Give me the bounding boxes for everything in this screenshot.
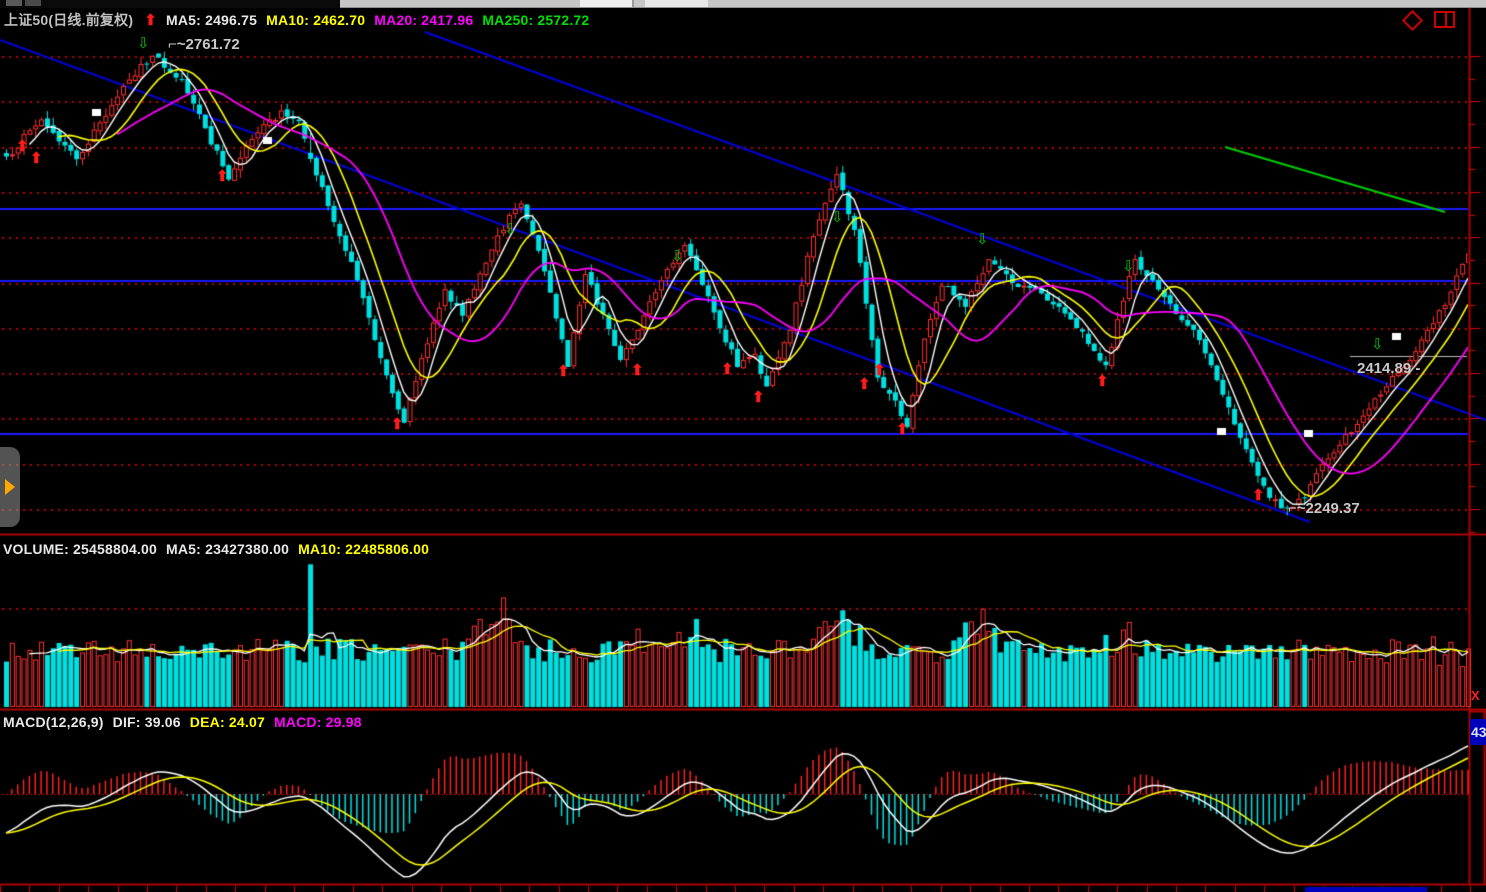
volume-value: VOLUME: 25458804.00 [3,541,157,557]
volume-ma5-value: MA5: 23427380.00 [166,541,289,557]
volume-header: VOLUME: 25458804.00 MA5: 23427380.00 MA10:… [3,541,438,557]
buy-signal-arrow-icon: ⬆ [391,418,404,432]
sell-signal-arrow-icon: ⇩ [976,233,989,247]
sell-signal-arrow-icon: ⇩ [137,37,150,51]
buy-signal-arrow-icon: ⬆ [216,170,229,184]
trading-terminal: 上证50(日线.前复权) ⬆ MA5: 2496.75 MA10: 2462.70 MA… [0,0,1486,892]
low-price-annotation: ⌐~2249.37 [1288,500,1360,517]
buy-signal-arrow-icon: ⬆ [557,365,570,379]
buy-signal-arrow-icon: ⬆ [896,423,909,437]
buy-signal-arrow-icon: ⬆ [16,140,29,154]
ma20-value: MA20: 2417.96 [374,12,473,28]
buy-signal-arrow-icon: ⬆ [752,391,765,405]
split-divider [1445,13,1447,26]
volume-ma10-value: MA10: 22485806.00 [298,541,429,557]
right-axis-badge: 43 [1470,719,1486,745]
split-window-icon[interactable] [1434,11,1455,28]
macd-value: MACD: 29.98 [274,714,362,730]
chart-canvas[interactable] [0,0,1486,892]
expand-arrow-icon [5,479,15,495]
buy-signal-arrow-icon: ⬆ [721,363,734,377]
macd-header: MACD(12,26,9) DIF: 39.06 DEA: 24.07 MACD: 2… [3,714,371,730]
buy-signal-arrow-icon: ⬆ [873,364,886,378]
dea-value: DEA: 24.07 [190,714,265,730]
last-price-annotation: 2414.89 - [1357,360,1420,377]
up-arrow-icon: ⬆ [144,12,157,29]
sell-signal-arrow-icon: ⇩ [1122,260,1135,274]
high-price-annotation: ⌐~2761.72 [168,36,240,53]
sell-signal-arrow-icon: ⇩ [504,223,517,237]
sell-signal-arrow-icon: ⇩ [671,250,684,264]
sidebar-expand-tab[interactable] [0,447,20,527]
right-axis-x-label: X [1471,688,1480,703]
buy-signal-arrow-icon: ⬆ [631,364,644,378]
buy-signal-arrow-icon: ⬆ [30,152,43,166]
sell-signal-arrow-icon: ⇩ [1371,338,1384,352]
ma5-value: MA5: 2496.75 [166,12,257,28]
ma10-value: MA10: 2462.70 [266,12,365,28]
sell-signal-arrow-icon: ⇩ [831,211,844,225]
macd-params: MACD(12,26,9) [3,714,104,730]
dif-value: DIF: 39.06 [113,714,181,730]
buy-signal-arrow-icon: ⬆ [1096,375,1109,389]
buy-signal-arrow-icon: ⬆ [1252,489,1265,503]
main-chart-header: 上证50(日线.前复权) ⬆ MA5: 2496.75 MA10: 2462.70 MA… [4,10,598,30]
ma250-value: MA250: 2572.72 [482,12,589,28]
buy-signal-arrow-icon: ⬆ [858,378,871,392]
symbol-title: 上证50(日线.前复权) [4,12,133,28]
